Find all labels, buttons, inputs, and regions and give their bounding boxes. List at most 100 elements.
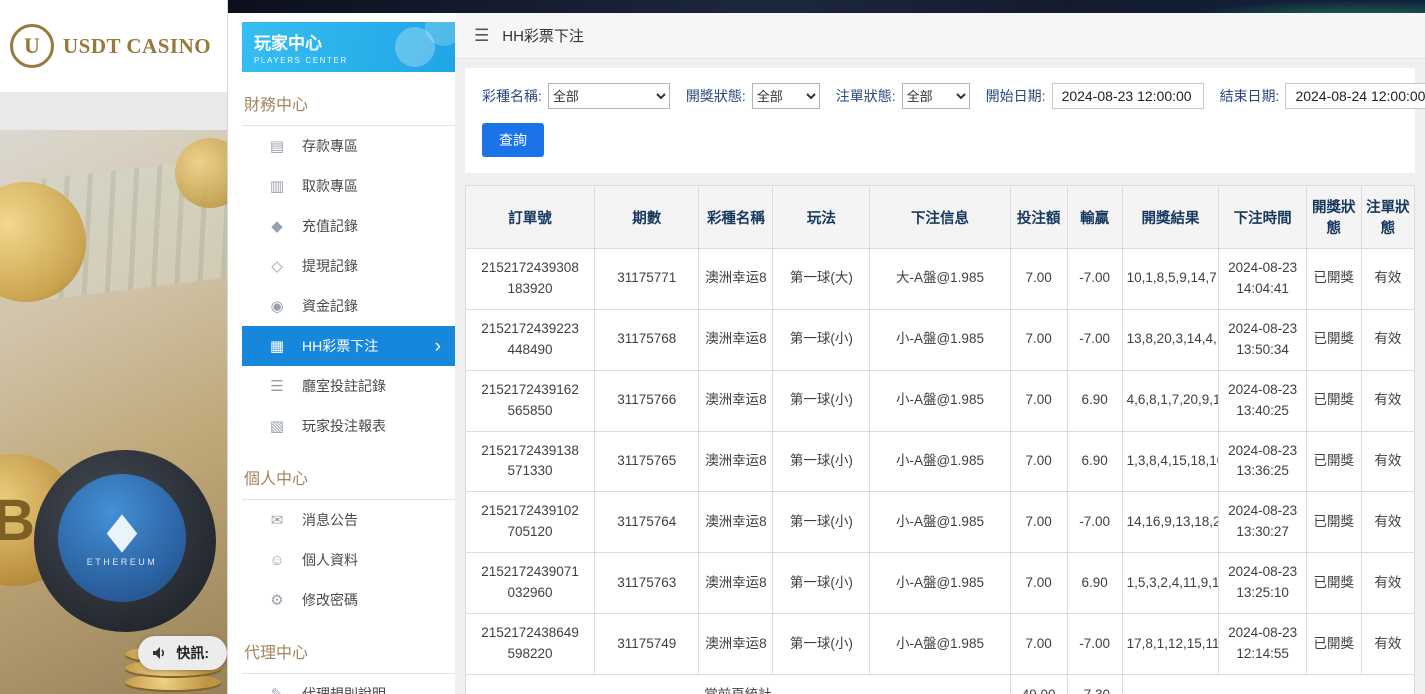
table-cell: 7.00 <box>1010 249 1067 310</box>
table-cell: 2024-08-23 13:36:25 <box>1219 431 1306 492</box>
table-cell: 已開獎 <box>1306 492 1361 553</box>
table-cell: 2152172439102705120 <box>466 492 595 553</box>
table-cell: 7.00 <box>1010 431 1067 492</box>
body-row: 玩家中心 PLAYERS CENTER 財務中心▤存款專區▥取款專區◆充值記錄◇… <box>228 13 1425 694</box>
table-cell: 第一球(小) <box>773 553 870 614</box>
sidebar-item-label: HH彩票下注 <box>302 336 378 356</box>
table-row: 215217243930818392031175771澳洲幸运8第一球(大)大-… <box>466 249 1415 310</box>
column-header: 下注時間 <box>1219 186 1306 249</box>
order-status-select[interactable]: 全部 <box>902 83 970 109</box>
column-header: 期數 <box>595 186 699 249</box>
table-row: 215217243916256585031175766澳洲幸运8第一球(小)小-… <box>466 370 1415 431</box>
page-title: HH彩票下注 <box>502 25 584 46</box>
order-status-filter: 注單狀態: 全部 <box>836 83 970 109</box>
page-header: ☰ HH彩票下注 <box>455 13 1425 59</box>
sidebar-section-header: 個人中心 <box>242 459 455 500</box>
table-cell: 小-A盤@1.985 <box>870 431 1010 492</box>
column-header: 玩法 <box>773 186 870 249</box>
lottery-select[interactable]: 全部 <box>548 83 670 109</box>
query-button[interactable]: 查詢 <box>482 123 544 157</box>
sidebar-item-lottery-bets[interactable]: ▦ HH彩票下注 › <box>242 326 455 366</box>
table-cell: 2152172439308183920 <box>466 249 595 310</box>
sidebar-item-label: 玩家投注報表 <box>302 416 386 436</box>
table-header: 訂單號期數彩種名稱玩法下注信息投注額輸贏開獎結果下注時間開獎狀態注單狀態 <box>466 186 1415 249</box>
end-date-label: 結束日期: <box>1220 86 1280 106</box>
money-artwork: B ◆ ETHEREUM <box>0 130 227 694</box>
start-date-input[interactable] <box>1052 83 1204 109</box>
table-cell: 已開獎 <box>1306 431 1361 492</box>
ticker-label: 快訊: <box>176 643 209 663</box>
table-cell: 已開獎 <box>1306 370 1361 431</box>
sidebar-item-profile[interactable]: ☺個人資料 <box>242 540 455 580</box>
table-cell: 有效 <box>1361 553 1414 614</box>
sidebar-item-funds-record[interactable]: ◉資金記錄 <box>242 286 455 326</box>
table-cell: 7.00 <box>1010 492 1067 553</box>
withdrawal-record-icon: ◇ <box>268 257 286 275</box>
bet-report-icon: ▧ <box>268 417 286 435</box>
sidebar-item-password[interactable]: ⚙修改密碼 <box>242 580 455 620</box>
table-cell: 31175771 <box>595 249 699 310</box>
end-date-input[interactable] <box>1285 83 1425 109</box>
sidebar-item-withdraw[interactable]: ▥取款專區 <box>242 166 455 206</box>
table-row: 215217243910270512031175764澳洲幸运8第一球(小)小-… <box>466 492 1415 553</box>
column-header: 彩種名稱 <box>699 186 773 249</box>
table-cell: 第一球(小) <box>773 370 870 431</box>
news-ticker[interactable]: 快訊: <box>138 636 227 670</box>
right-column: 玩家中心 PLAYERS CENTER 財務中心▤存款專區▥取款專區◆充值記錄◇… <box>228 0 1425 694</box>
end-date-filter: 結束日期: <box>1220 83 1425 109</box>
recharge-record-icon: ◆ <box>268 217 286 235</box>
sidebar-section-header: 代理中心 <box>242 633 455 674</box>
promo-panel: U USDT CASINO B ◆ ETHEREUM 快訊: <box>0 0 228 694</box>
deposit-icon: ▤ <box>268 137 286 155</box>
sidebar: 玩家中心 PLAYERS CENTER 財務中心▤存款專區▥取款專區◆充值記錄◇… <box>228 13 455 694</box>
table-cell: 2024-08-23 13:25:10 <box>1219 553 1306 614</box>
sidebar-item-deposit[interactable]: ▤ 存款專區 <box>242 126 455 166</box>
menu-toggle-icon[interactable]: ☰ <box>474 26 489 46</box>
sidebar-item-withdrawal-record[interactable]: ◇ 提現記錄 <box>242 246 455 286</box>
sidebar-item-label: 修改密碼 <box>302 590 358 610</box>
brand-name: USDT CASINO <box>63 34 211 59</box>
table-cell: 2024-08-23 13:50:34 <box>1219 309 1306 370</box>
table-row: 215217243913857133031175765澳洲幸运8第一球(小)小-… <box>466 431 1415 492</box>
table-cell: 2152172439162565850 <box>466 370 595 431</box>
sidebar-item-room-bets-record[interactable]: ☰廳室投註記錄 <box>242 366 455 406</box>
brand-header: U USDT CASINO <box>0 0 227 92</box>
table-cell: 第一球(小) <box>773 492 870 553</box>
start-date-label: 開始日期: <box>986 86 1046 106</box>
sidebar-item-announcement[interactable]: ✉消息公告 <box>242 500 455 540</box>
ethereum-coin-icon: ◆ ETHEREUM <box>58 474 186 602</box>
table-cell: 2024-08-23 13:40:25 <box>1219 370 1306 431</box>
table-cell: 澳洲幸运8 <box>699 309 773 370</box>
filter-panel: 彩種名稱: 全部 開獎狀態: 全部 <box>465 68 1415 173</box>
table-cell: 大-A盤@1.985 <box>870 249 1010 310</box>
content: 彩種名稱: 全部 開獎狀態: 全部 <box>455 59 1425 694</box>
table-cell: 2152172438649598220 <box>466 614 595 675</box>
table-row: 215217243864959822031175749澳洲幸运8第一球(小)小-… <box>466 614 1415 675</box>
speaker-icon <box>152 646 168 660</box>
sidebar-item-label: 存款專區 <box>302 136 358 156</box>
sidebar-item-label: 個人資料 <box>302 550 358 570</box>
chevron-right-icon: › <box>435 337 441 356</box>
table-cell: 14,16,9,13,18,20,15,4 <box>1122 492 1219 553</box>
column-header: 開獎結果 <box>1122 186 1219 249</box>
lottery-bets-icon: ▦ <box>268 337 286 355</box>
draw-status-select[interactable]: 全部 <box>752 83 820 109</box>
table-cell: 4,6,8,1,7,20,9,19 <box>1122 370 1219 431</box>
table-cell: 澳洲幸运8 <box>699 431 773 492</box>
column-header: 輸贏 <box>1067 186 1122 249</box>
sidebar-item-bet-report[interactable]: ▧ 玩家投注報表 <box>242 406 455 446</box>
table-cell: 6.90 <box>1067 553 1122 614</box>
withdraw-icon: ▥ <box>268 177 286 195</box>
main-area: ☰ HH彩票下注 彩種名稱: 全部 <box>455 13 1425 694</box>
sidebar-item-agent-rules[interactable]: ✎代理規則說明 <box>242 674 455 694</box>
sidebar-menu: 財務中心▤存款專區▥取款專區◆充值記錄◇提現記錄◉資金記錄▦HH彩票下注›☰廳室… <box>242 85 455 694</box>
app-root: U USDT CASINO B ◆ ETHEREUM 快訊: <box>0 0 1425 694</box>
sidebar-item-recharge-record[interactable]: ◆ 充值記錄 <box>242 206 455 246</box>
players-center-header: 玩家中心 PLAYERS CENTER <box>242 22 455 72</box>
table-cell: 有效 <box>1361 431 1414 492</box>
sidebar-item-label: 提現記錄 <box>302 256 358 276</box>
sidebar-item-label: 充值記錄 <box>302 216 358 236</box>
table-cell: 6.90 <box>1067 431 1122 492</box>
table-cell: 第一球(小) <box>773 309 870 370</box>
table-cell: 1,5,3,2,4,11,9,18 <box>1122 553 1219 614</box>
